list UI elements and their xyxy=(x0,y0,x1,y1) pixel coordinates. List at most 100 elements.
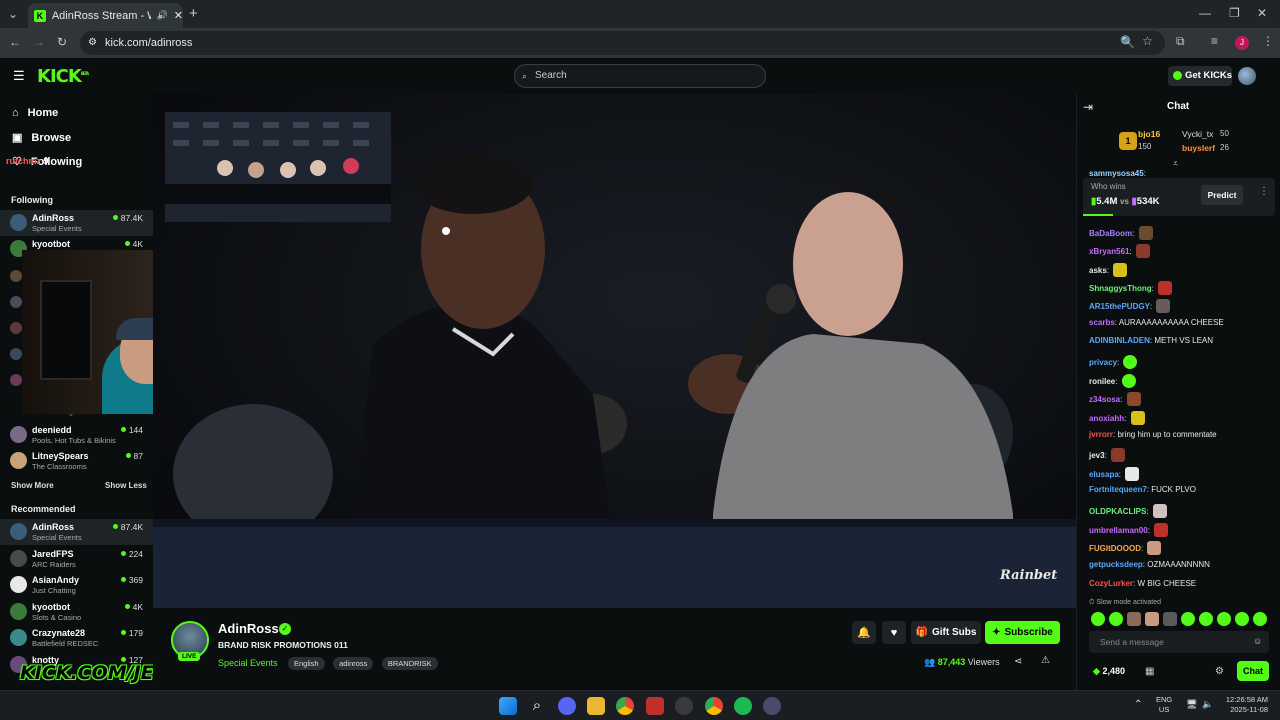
chat-username[interactable]: elusapa xyxy=(1089,470,1119,479)
chrome-profile-icon[interactable] xyxy=(705,697,723,715)
recommended-channel[interactable]: Crazynate28 Battlefield REDSEC 179 xyxy=(0,625,153,651)
tray-chevron-icon[interactable]: ⌃ xyxy=(1134,699,1142,710)
bell-icon[interactable]: 🔔 xyxy=(852,621,876,644)
calendar-icon[interactable]: ▦ xyxy=(1145,666,1154,677)
stream-category[interactable]: Special Events xyxy=(218,658,278,668)
emote[interactable] xyxy=(1199,612,1213,626)
browser-tab[interactable]: K AdinRoss Stream - Watch L 🔊 ✕ xyxy=(28,3,183,28)
discord-icon[interactable] xyxy=(558,697,576,715)
volume-icon[interactable]: 🔈 xyxy=(1202,699,1213,710)
expand-gifters-icon[interactable]: ⩡ xyxy=(1173,158,1178,169)
profile-avatar[interactable]: J xyxy=(1235,36,1249,50)
channel-avatar[interactable] xyxy=(10,270,22,282)
channel-avatar[interactable] xyxy=(10,322,22,334)
collapse-chat-icon[interactable]: ⇥ xyxy=(1083,100,1093,114)
chat-username[interactable]: jev3 xyxy=(1089,451,1105,460)
site-info-icon[interactable]: ⚙ xyxy=(88,31,97,55)
speaker-icon[interactable]: 🔊 xyxy=(157,10,168,21)
tab-list-icon[interactable]: ⌄ xyxy=(8,7,18,21)
file-explorer-icon[interactable] xyxy=(587,697,605,715)
zoom-icon[interactable]: 🔍 xyxy=(1120,35,1135,49)
send-chat-button[interactable]: Chat xyxy=(1237,661,1269,681)
search-icon[interactable]: ⌕ xyxy=(528,697,546,715)
emote[interactable] xyxy=(1127,612,1141,626)
bookmark-star-icon[interactable]: ☆ xyxy=(1142,34,1153,48)
channel-avatar[interactable] xyxy=(10,374,22,386)
url-field[interactable]: ⚙ kick.com/adinross xyxy=(80,31,1165,55)
emote[interactable] xyxy=(1109,612,1123,626)
forward-icon[interactable]: → xyxy=(33,35,45,49)
gifter-name[interactable]: Vycki_tx xyxy=(1182,129,1213,139)
new-tab-button[interactable]: + xyxy=(189,5,198,22)
media-controls-icon[interactable]: ≡ xyxy=(1211,34,1218,48)
heart-icon[interactable]: ♥ xyxy=(882,621,906,644)
back-icon[interactable]: ← xyxy=(9,35,21,49)
chat-username[interactable]: BaDaBoom xyxy=(1089,229,1132,238)
extensions-icon[interactable]: ⧉ xyxy=(1176,34,1185,49)
chat-username[interactable]: ShnaggysThong xyxy=(1089,284,1152,293)
channel-avatar[interactable] xyxy=(10,296,22,308)
chat-username[interactable]: asks xyxy=(1089,266,1107,275)
tab-close-icon[interactable]: ✕ xyxy=(174,9,183,22)
user-avatar[interactable] xyxy=(1238,67,1256,85)
chrome-icon[interactable] xyxy=(616,697,634,715)
emote[interactable] xyxy=(1091,612,1105,626)
chat-username[interactable]: xBryan561 xyxy=(1089,247,1129,256)
following-channel[interactable]: deeniedd Pools, Hot Tubs & Bikinis 144 xyxy=(0,422,153,448)
spotify-icon[interactable] xyxy=(734,697,752,715)
channel-avatar[interactable] xyxy=(10,348,22,360)
chat-username[interactable]: Fortnitequeen7 xyxy=(1089,485,1147,494)
chat-input[interactable]: Send a message ☺ xyxy=(1089,631,1269,653)
window-close-icon[interactable]: ✕ xyxy=(1257,6,1267,20)
following-channel[interactable]: AdinRoss Special Events 87.4K xyxy=(0,210,153,236)
recommended-channel[interactable]: AdinRoss Special Events 87.4K xyxy=(0,519,153,545)
minimize-icon[interactable]: — xyxy=(1199,6,1211,20)
emote[interactable] xyxy=(1253,612,1267,626)
tag[interactable]: BRANDRISK xyxy=(381,657,438,670)
show-less-link[interactable]: Show Less xyxy=(105,481,147,490)
emote[interactable] xyxy=(1181,612,1195,626)
recommended-channel[interactable]: kyootbot Slots & Casino 4K xyxy=(0,599,153,625)
emote[interactable] xyxy=(1217,612,1231,626)
chat-username[interactable]: z34sosa xyxy=(1089,395,1120,404)
kick-logo[interactable]: KICKBETA xyxy=(37,66,89,87)
nav-home[interactable]: ⌂ Home xyxy=(12,107,58,119)
quick-emote-bar[interactable] xyxy=(1091,612,1271,626)
nav-browse[interactable]: ▣ Browse xyxy=(12,131,71,145)
show-more-link[interactable]: Show More xyxy=(11,481,54,490)
streamer-name[interactable]: AdinRoss xyxy=(218,621,279,636)
emote[interactable] xyxy=(1235,612,1249,626)
gifter-name[interactable]: buyslerf xyxy=(1182,143,1215,153)
channel-points[interactable]: ◆ 2,480 xyxy=(1093,666,1125,677)
search-input[interactable]: ⌕ Search xyxy=(514,64,766,88)
report-icon[interactable]: ⚠ xyxy=(1041,655,1050,666)
chat-username[interactable]: CozyLurker xyxy=(1089,579,1133,588)
emote[interactable] xyxy=(1145,612,1159,626)
obs-icon[interactable] xyxy=(675,697,693,715)
tag[interactable]: English xyxy=(288,657,325,670)
language-indicator[interactable]: ENG US xyxy=(1156,695,1172,715)
emoji-icon[interactable]: ☺ xyxy=(1253,636,1262,646)
network-icon[interactable]: 🖥 xyxy=(1186,699,1197,710)
following-channel[interactable]: LitneySpears The Classrooms 87 xyxy=(0,448,153,474)
chat-username[interactable]: getpucksdeep xyxy=(1089,560,1143,569)
chat-username[interactable]: OLDPKACLIPS xyxy=(1089,507,1146,516)
gifter-name[interactable]: bjo16 xyxy=(1138,129,1160,139)
recommended-channel[interactable]: AsianAndy Just Chatting 369 xyxy=(0,572,153,598)
emote[interactable] xyxy=(1163,612,1177,626)
chat-username[interactable]: jvrrorr xyxy=(1089,430,1113,439)
reload-icon[interactable]: ↻ xyxy=(57,35,67,49)
video-player[interactable]: Rainbet xyxy=(153,94,1076,608)
subscribe-button[interactable]: ✦ Subscribe xyxy=(985,621,1060,644)
get-kicks-button[interactable]: Get KICKs xyxy=(1168,66,1232,86)
tag[interactable]: adinross xyxy=(333,657,374,670)
chat-username[interactable]: sammysosa45 xyxy=(1089,169,1144,178)
prediction-more-icon[interactable]: ⋮ xyxy=(1259,186,1269,197)
restore-icon[interactable]: ❐ xyxy=(1229,6,1240,20)
chat-username[interactable]: ronilee xyxy=(1089,377,1115,386)
clock[interactable]: 12:26:58 AM 2025-11-08 xyxy=(1218,695,1268,715)
start-icon[interactable] xyxy=(499,697,517,715)
chat-username[interactable]: FUGItDOOOD xyxy=(1089,544,1141,553)
chat-username[interactable]: umbrellaman00 xyxy=(1089,526,1148,535)
news-app-icon[interactable] xyxy=(646,697,664,715)
